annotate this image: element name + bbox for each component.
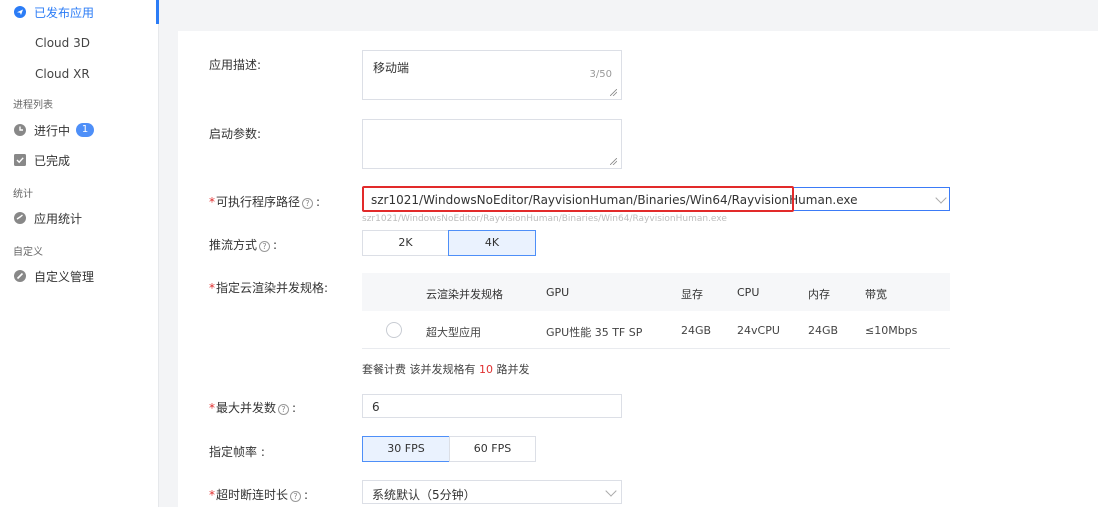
help-icon[interactable]: ? (278, 404, 290, 415)
launch-params-textarea[interactable] (362, 119, 622, 169)
label-colon: : (292, 401, 297, 415)
description-textarea[interactable]: 移动端 3/50 (362, 50, 622, 100)
required-mark: * (209, 401, 215, 415)
timeout-label-text: 超时断连时长 (216, 488, 289, 502)
active-indicator (156, 0, 159, 24)
group-title-custom: 自定义 (13, 247, 43, 258)
max-concurrency-label: *最大并发数?: (209, 399, 296, 416)
table-header-spec: 云渲染并发规格 (426, 288, 503, 301)
send-icon (14, 6, 26, 18)
help-icon[interactable]: ? (290, 491, 302, 502)
highlight-annotation-box (362, 186, 794, 212)
sidebar-item-custom-manage[interactable]: 自定义管理 (0, 264, 94, 288)
package-prefix: 套餐计费 该并发规格有 (362, 363, 476, 376)
sidebar-item-app-stats[interactable]: 应用统计 (0, 206, 82, 230)
sidebar-item-label: 自定义管理 (34, 269, 95, 284)
timeout-label: *超时断连时长?: (209, 486, 308, 503)
sidebar-item-running[interactable]: 进行中 1 (0, 118, 95, 142)
fps-option-30[interactable]: 30 FPS (362, 436, 450, 462)
help-icon[interactable]: ? (302, 198, 314, 209)
package-suffix: 路并发 (496, 363, 530, 376)
sidebar: 已发布应用 Cloud 3D Cloud XR 进程列表 进行中 1 已完成 统… (0, 0, 159, 507)
exe-path-hint: szr1021/WindowsNoEditor/RayvisionHuman/B… (362, 214, 727, 224)
description-counter: 3/50 (589, 69, 612, 80)
spec-radio[interactable] (386, 322, 402, 338)
exe-path-label: *可执行程序路径?: (209, 193, 320, 210)
required-mark: * (209, 195, 215, 209)
stream-option-4k[interactable]: 4K (448, 230, 536, 256)
required-mark: * (209, 488, 215, 502)
required-mark: * (209, 281, 215, 295)
timeout-value: 系统默认（5分钟） (372, 488, 476, 502)
label-colon: : (316, 195, 321, 209)
form-panel (178, 31, 1098, 507)
label-colon: : (304, 488, 309, 502)
chevron-down-icon (605, 485, 617, 497)
package-count: 10 (479, 363, 493, 376)
table-header-bandwidth: 带宽 (865, 288, 887, 301)
timeout-select[interactable]: 系统默认（5分钟） (362, 480, 622, 504)
spec-label-text: 指定云渲染并发规格: (216, 281, 329, 295)
sidebar-item-published-apps[interactable]: 已发布应用 (0, 0, 94, 24)
max-concurrency-input[interactable]: 6 (362, 394, 622, 418)
table-header-memory: 内存 (808, 288, 830, 301)
gauge-icon (14, 212, 26, 224)
table-cell-spec: 超大型应用 (426, 326, 481, 339)
max-concurrency-value: 6 (372, 400, 380, 414)
resize-handle-icon[interactable] (610, 89, 617, 96)
sidebar-subitem-cloud-xr[interactable]: Cloud XR (35, 67, 90, 81)
sidebar-item-completed[interactable]: 已完成 (0, 148, 70, 172)
sidebar-item-label: 已发布应用 (34, 5, 95, 20)
launch-params-label: 启动参数: (209, 127, 262, 141)
spec-label: *指定云渲染并发规格: (209, 279, 328, 296)
help-icon[interactable]: ? (259, 241, 271, 252)
chevron-down-icon (935, 192, 947, 204)
label-colon: : (273, 238, 278, 252)
stream-label: 推流方式?: (209, 236, 277, 253)
exe-path-label-text: 可执行程序路径 (216, 195, 301, 209)
table-cell-gpu: GPU性能 35 TF SP (546, 326, 643, 339)
main-top-strip (160, 0, 1098, 15)
table-cell-memory: 24GB (808, 324, 839, 337)
max-concurrency-label-text: 最大并发数 (216, 401, 277, 415)
package-note: 套餐计费 该并发规格有 10 路并发 (362, 361, 530, 377)
description-value: 移动端 (373, 61, 410, 75)
sidebar-item-label: 进行中 (34, 123, 71, 138)
fps-label: 指定帧率 : (209, 445, 265, 459)
table-header-gpu: GPU (546, 286, 570, 299)
stream-option-2k[interactable]: 2K (362, 230, 449, 256)
sidebar-item-label: 应用统计 (34, 211, 83, 226)
sidebar-subitem-cloud-3d[interactable]: Cloud 3D (35, 36, 90, 50)
table-cell-cpu: 24vCPU (737, 324, 780, 337)
settings-icon (14, 270, 26, 282)
sidebar-item-label: 已完成 (34, 153, 71, 168)
group-title-stats: 统计 (13, 189, 33, 200)
table-cell-bandwidth: ≤10Mbps (865, 324, 918, 337)
table-cell-vram: 24GB (681, 324, 712, 337)
table-header-cpu: CPU (737, 286, 760, 299)
running-count-badge: 1 (76, 123, 95, 137)
table-header-vram: 显存 (681, 288, 703, 301)
resize-handle-icon[interactable] (610, 158, 617, 165)
clock-icon (14, 124, 26, 136)
stream-label-text: 推流方式 (209, 238, 258, 252)
fps-option-60[interactable]: 60 FPS (449, 436, 536, 462)
group-title-process: 进程列表 (13, 100, 53, 111)
check-square-icon (14, 154, 26, 166)
description-label: 应用描述: (209, 58, 262, 72)
